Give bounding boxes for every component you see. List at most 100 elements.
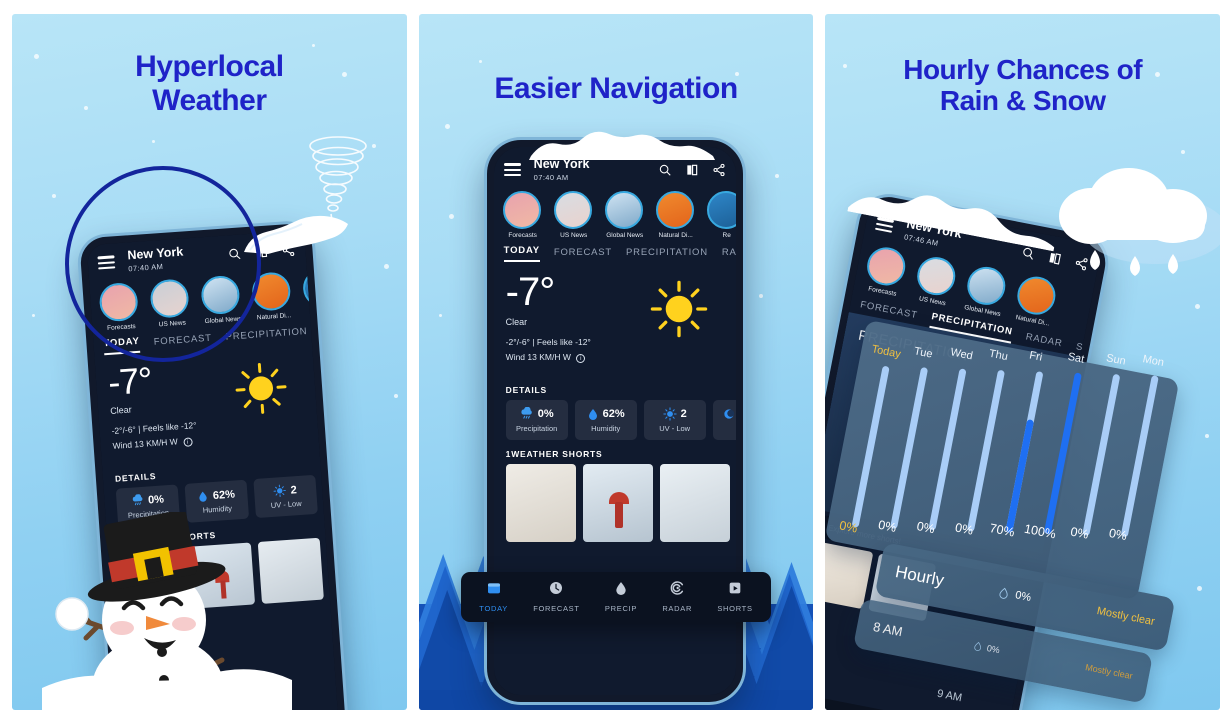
- menu-icon[interactable]: [875, 217, 895, 234]
- headline-line-1: Hourly Chances of: [903, 54, 1143, 85]
- detail-card-precipitation[interactable]: 0% Precipitation: [505, 400, 568, 441]
- tab-precipitation[interactable]: PRECIPITATION: [626, 247, 708, 262]
- local-time: 07:40 AM: [533, 172, 569, 182]
- avatar: [914, 253, 959, 299]
- location-block[interactable]: New York 07:40 AM: [127, 245, 184, 274]
- bar-thu: [967, 369, 1006, 532]
- bar-value-label: 0%: [1108, 525, 1129, 544]
- info-icon[interactable]: i: [182, 437, 193, 447]
- city-name: New York: [533, 157, 590, 171]
- detail-caption: Precipitation: [516, 424, 558, 434]
- wind-info: Wind 13 KM/H W i: [506, 351, 724, 364]
- nav-item-radar[interactable]: RADAR: [662, 580, 692, 613]
- avatar: [604, 190, 643, 229]
- story-item[interactable]: US News: [149, 278, 192, 329]
- shorts-icon: [729, 582, 741, 594]
- map-icon[interactable]: [685, 163, 699, 177]
- menu-icon[interactable]: [503, 163, 521, 177]
- story-item[interactable]: Natural Di...: [655, 190, 696, 239]
- story-item[interactable]: Forecasts: [862, 243, 910, 299]
- bar-value-label: 0%: [838, 518, 859, 536]
- detail-card-moon[interactable]: [712, 400, 736, 441]
- avatar: [200, 274, 241, 316]
- hourly-title: Hourly: [894, 561, 946, 591]
- share-icon[interactable]: [1073, 255, 1089, 271]
- search-icon[interactable]: [1020, 245, 1036, 261]
- story-item[interactable]: Re: [706, 190, 736, 239]
- short-card[interactable]: [582, 464, 653, 543]
- shorts-rail-2[interactable]: [494, 464, 736, 543]
- detail-card-uv[interactable]: 2 UV - Low: [253, 474, 318, 519]
- panel-hyperlocal: Hyperlocal Weather New York 07:40 AM For…: [12, 14, 407, 710]
- detail-card-humidity[interactable]: 62% Humidity: [574, 400, 637, 441]
- story-item[interactable]: Forecasts: [98, 281, 141, 332]
- nav-item-precip[interactable]: PRECIP: [605, 580, 637, 613]
- detail-value: 62%: [212, 488, 236, 502]
- story-label: US News: [158, 319, 187, 329]
- menu-icon[interactable]: [97, 255, 116, 270]
- short-card[interactable]: [120, 547, 187, 614]
- story-rail-2[interactable]: Forecasts US News Global News Natural Di…: [494, 185, 736, 241]
- share-icon[interactable]: [712, 163, 726, 177]
- rain-cloud-icon: [132, 494, 142, 506]
- short-card[interactable]: [188, 542, 256, 609]
- bar-tue: [890, 366, 929, 530]
- info-icon[interactable]: i: [576, 353, 586, 363]
- detail-value: 0%: [147, 493, 165, 507]
- person-shape: [614, 502, 623, 529]
- headline-line-2: Weather: [152, 83, 267, 117]
- nav-item-precip[interactable]: PRECIP: [830, 708, 868, 710]
- story-item[interactable]: Natural Di...: [1013, 273, 1061, 328]
- story-label: Re: [722, 231, 731, 239]
- search-icon[interactable]: [658, 163, 672, 177]
- detail-value: 62%: [602, 408, 625, 421]
- map-icon[interactable]: [254, 244, 269, 259]
- avatar: [864, 243, 909, 289]
- story-item[interactable]: US News: [912, 253, 960, 309]
- short-card[interactable]: [825, 540, 874, 609]
- nav-item-shorts[interactable]: SHORTS: [717, 580, 752, 613]
- sun-icon: [235, 362, 287, 414]
- tab-forecast[interactable]: FORECAST: [554, 247, 612, 262]
- story-label: Natural Di...: [658, 231, 693, 239]
- story-item[interactable]: Natural Di...: [250, 270, 294, 322]
- story-item[interactable]: Forecasts: [502, 190, 543, 239]
- detail-value: 2: [680, 408, 687, 421]
- person-shape: [220, 580, 227, 599]
- hour-condition: Mostly clear: [1084, 662, 1134, 682]
- story-item[interactable]: Global News: [604, 190, 645, 239]
- story-label: Forecasts: [508, 231, 537, 239]
- bar-value-label: 0%: [954, 520, 975, 538]
- detail-caption: UV - Low: [659, 424, 691, 434]
- detail-value: 0%: [537, 408, 554, 421]
- short-card[interactable]: [505, 464, 576, 543]
- app-bar-actions: [227, 243, 296, 262]
- tab-radar[interactable]: RADA: [722, 247, 736, 262]
- bar-day-label: Wed: [949, 346, 975, 363]
- map-icon[interactable]: [1047, 250, 1063, 266]
- nav-item-forecast[interactable]: FORECAST: [533, 580, 579, 613]
- calendar-today-icon: [487, 583, 500, 594]
- location-block[interactable]: New York 07:40 AM: [533, 157, 590, 182]
- detail-card-humidity[interactable]: 62% Humidity: [184, 479, 250, 523]
- bottom-nav-bar[interactable]: TODAY FORECAST PRECIP RADAR SHORTS: [460, 572, 772, 622]
- app-bar-actions: [658, 163, 726, 177]
- detail-value: 2: [290, 483, 298, 497]
- detail-card-uv[interactable]: 2 UV - Low: [643, 400, 706, 441]
- detail-card-precipitation[interactable]: 0% Precipitation: [115, 484, 181, 528]
- nav-item-today[interactable]: TODAY: [479, 580, 508, 613]
- bar-sat: [1044, 372, 1083, 535]
- story-item[interactable]: Global News: [200, 274, 243, 325]
- bottom-nav-bar-3[interactable]: PRECIP RADAR SHORTS: [825, 689, 1008, 710]
- tab-bar-2[interactable]: TODAY FORECAST PRECIPITATION RADA: [494, 241, 736, 262]
- tab-today[interactable]: TODAY: [503, 245, 540, 262]
- search-icon[interactable]: [227, 246, 242, 261]
- short-card[interactable]: [659, 464, 730, 543]
- share-icon[interactable]: [281, 243, 296, 258]
- short-card[interactable]: [257, 537, 324, 604]
- hour-precip: 0%: [986, 642, 1002, 656]
- detail-cards-2: 0% Precipitation 62% Humidity 2 UV - Low: [494, 400, 736, 441]
- bar-sun: [1082, 373, 1121, 537]
- story-item[interactable]: Global News: [963, 263, 1011, 318]
- story-item[interactable]: US News: [553, 190, 594, 239]
